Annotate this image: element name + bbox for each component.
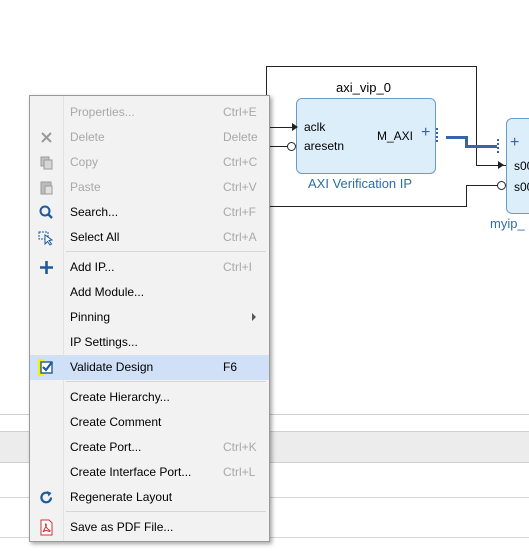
menu-item-shortcut: Ctrl+L bbox=[223, 465, 256, 479]
menu-item-shortcut: Ctrl+C bbox=[223, 155, 258, 169]
menu-separator bbox=[66, 381, 266, 382]
port-s00[interactable]: s00 bbox=[514, 180, 529, 194]
menu-item-label: Create Port... bbox=[70, 440, 142, 454]
block-label: myip_ bbox=[490, 216, 525, 231]
select-all-icon bbox=[38, 229, 55, 246]
menu-item-shortcut: Ctrl+F bbox=[223, 205, 256, 219]
menu-item-shortcut: Ctrl+E bbox=[223, 105, 257, 119]
menu-item-label: Save as PDF File... bbox=[70, 520, 174, 534]
menu-item-label: Create Comment bbox=[70, 415, 162, 429]
wire bbox=[476, 66, 477, 166]
menu-item-regenerate-layout[interactable]: Regenerate Layout bbox=[30, 485, 269, 510]
menu-item-validate-design[interactable]: Validate Design F6 bbox=[30, 355, 269, 380]
menu-item-ip-settings[interactable]: IP Settings... bbox=[30, 330, 269, 355]
menu-item-create-port[interactable]: Create Port... Ctrl+K bbox=[30, 435, 269, 460]
wire bbox=[466, 185, 498, 186]
menu-item-pinning[interactable]: Pinning bbox=[30, 305, 269, 330]
menu-item-label: IP Settings... bbox=[70, 335, 138, 349]
menu-item-shortcut: Ctrl+A bbox=[223, 230, 257, 244]
validate-checkbox-icon bbox=[38, 359, 55, 376]
menu-item-label: Paste bbox=[70, 180, 101, 194]
refresh-icon bbox=[38, 489, 55, 506]
menu-item-create-hierarchy[interactable]: Create Hierarchy... bbox=[30, 385, 269, 410]
menu-item-shortcut: Ctrl+I bbox=[223, 260, 253, 274]
menu-item-label: Search... bbox=[70, 205, 119, 219]
wire bbox=[466, 185, 467, 207]
port-pin bbox=[498, 161, 504, 169]
wire bbox=[266, 66, 476, 67]
menu-item-label: Validate Design bbox=[70, 360, 154, 374]
plus-icon bbox=[38, 259, 55, 276]
port-pin bbox=[497, 181, 506, 190]
port-pin bbox=[292, 123, 298, 131]
plus-icon[interactable]: + bbox=[421, 125, 430, 141]
copy-icon bbox=[38, 154, 55, 171]
axi-vip-block[interactable]: aclk aresetn M_AXI + bbox=[296, 98, 436, 174]
menu-item-shortcut: F6 bbox=[223, 360, 238, 374]
menu-item-label: Add Module... bbox=[70, 285, 145, 299]
port-pin bbox=[287, 142, 296, 151]
submenu-arrow-icon bbox=[252, 313, 256, 321]
menu-separator bbox=[66, 511, 266, 512]
menu-item-label: Properties... bbox=[70, 105, 135, 119]
wire bbox=[266, 206, 466, 207]
port-m-axi[interactable]: M_AXI bbox=[377, 129, 413, 143]
menu-item-properties[interactable]: Properties... Ctrl+E bbox=[30, 100, 269, 125]
menu-item-label: Create Interface Port... bbox=[70, 465, 192, 479]
search-icon bbox=[38, 204, 55, 221]
close-icon bbox=[38, 129, 55, 146]
menu-item-shortcut: Ctrl+K bbox=[223, 440, 257, 454]
menu-item-create-comment[interactable]: Create Comment bbox=[30, 410, 269, 435]
axi-bus-wire bbox=[446, 136, 466, 139]
menu-item-paste[interactable]: Paste Ctrl+V bbox=[30, 175, 269, 200]
menu-item-label: Regenerate Layout bbox=[70, 490, 173, 504]
menu-item-copy[interactable]: Copy Ctrl+C bbox=[30, 150, 269, 175]
menu-item-label: Pinning bbox=[70, 310, 111, 324]
menu-item-add-ip[interactable]: Add IP... Ctrl+I bbox=[30, 255, 269, 280]
wire bbox=[266, 66, 267, 96]
menu-item-label: Copy bbox=[70, 155, 99, 169]
plus-icon[interactable]: + bbox=[510, 135, 519, 151]
block-instance-name: axi_vip_0 bbox=[336, 80, 391, 95]
menu-item-shortcut: Ctrl+V bbox=[223, 180, 257, 194]
port-aresetn[interactable]: aresetn bbox=[304, 139, 344, 153]
menu-item-label: Add IP... bbox=[70, 260, 115, 274]
menu-item-label: Create Hierarchy... bbox=[70, 390, 170, 404]
port-s00[interactable]: s00 bbox=[514, 159, 529, 173]
menu-item-delete[interactable]: Delete Delete bbox=[30, 125, 269, 150]
menu-item-search[interactable]: Search... Ctrl+F bbox=[30, 200, 269, 225]
menu-item-select-all[interactable]: Select All Ctrl+A bbox=[30, 225, 269, 250]
menu-item-add-module[interactable]: Add Module... bbox=[30, 280, 269, 305]
block-label: AXI Verification IP bbox=[308, 176, 413, 191]
menu-item-label: Delete bbox=[70, 130, 105, 144]
menu-item-create-interface-port[interactable]: Create Interface Port... Ctrl+L bbox=[30, 460, 269, 485]
pdf-icon bbox=[38, 519, 55, 536]
axi-bus-wire bbox=[465, 145, 497, 148]
myip-block[interactable]: + s00 s00 bbox=[506, 118, 529, 214]
menu-item-label: Select All bbox=[70, 230, 120, 244]
menu-item-shortcut: Delete bbox=[223, 130, 258, 144]
context-menu: Properties... Ctrl+E Delete Delete Copy … bbox=[29, 95, 270, 542]
menu-item-save-as-pdf[interactable]: Save as PDF File... bbox=[30, 515, 269, 540]
port-aclk[interactable]: aclk bbox=[304, 120, 325, 134]
paste-icon bbox=[38, 179, 55, 196]
menu-separator bbox=[66, 251, 266, 252]
bus-connector-icon bbox=[436, 128, 448, 142]
